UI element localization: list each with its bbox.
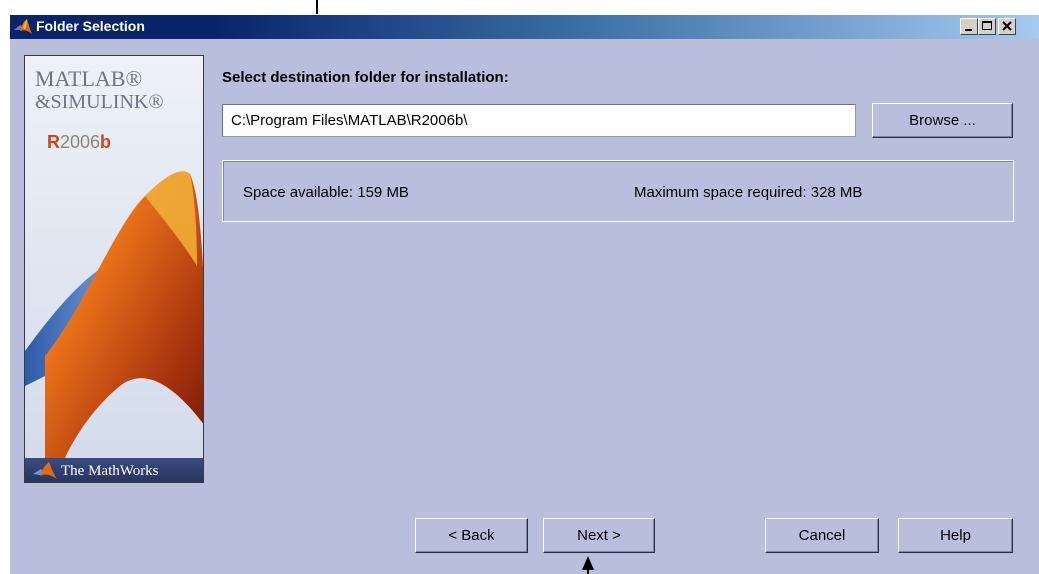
mathworks-logo-icon: [33, 462, 57, 479]
space-available: Space available: 159 MB: [243, 184, 409, 201]
product-branding-panel: MATLAB® &SIMULINK® R2006b The MathWorks: [24, 55, 204, 483]
next-button[interactable]: Next >: [543, 518, 655, 553]
matlab-membrane-logo: [25, 171, 203, 458]
minimize-icon: [965, 29, 972, 31]
title-bar[interactable]: Folder Selection: [10, 15, 1039, 39]
release-suffix: b: [100, 132, 112, 152]
close-icon: [1002, 21, 1012, 31]
maximize-icon: [982, 21, 992, 30]
back-button[interactable]: < Back: [415, 518, 528, 553]
destination-prompt: Select destination folder for installati…: [222, 69, 509, 86]
maximize-button[interactable]: [978, 18, 996, 35]
cancel-button[interactable]: Cancel: [765, 518, 879, 553]
browse-button[interactable]: Browse ...: [872, 103, 1013, 138]
destination-folder-input[interactable]: [222, 104, 856, 137]
help-button[interactable]: Help: [898, 518, 1013, 553]
space-info-panel: Space available: 159 MB Maximum space re…: [222, 160, 1014, 222]
installer-window: Folder Selection MATLAB® &SIMULINK® R200…: [9, 14, 1039, 574]
company-name: The MathWorks: [61, 463, 159, 479]
callout-arrow-bottom: [587, 568, 589, 574]
window-title: Folder Selection: [36, 18, 145, 34]
brand-matlab: MATLAB®: [35, 66, 143, 91]
space-required: Maximum space required: 328 MB: [634, 184, 863, 201]
mathworks-bar: The MathWorks: [25, 458, 203, 482]
matlab-logo-icon: [14, 19, 32, 34]
close-button[interactable]: [998, 18, 1016, 35]
release-number: 2006: [60, 132, 101, 152]
brand-simulink: &SIMULINK®: [35, 91, 164, 113]
minimize-button[interactable]: [960, 18, 978, 35]
release-prefix: R: [47, 132, 60, 152]
release-label: R2006b: [47, 132, 111, 153]
